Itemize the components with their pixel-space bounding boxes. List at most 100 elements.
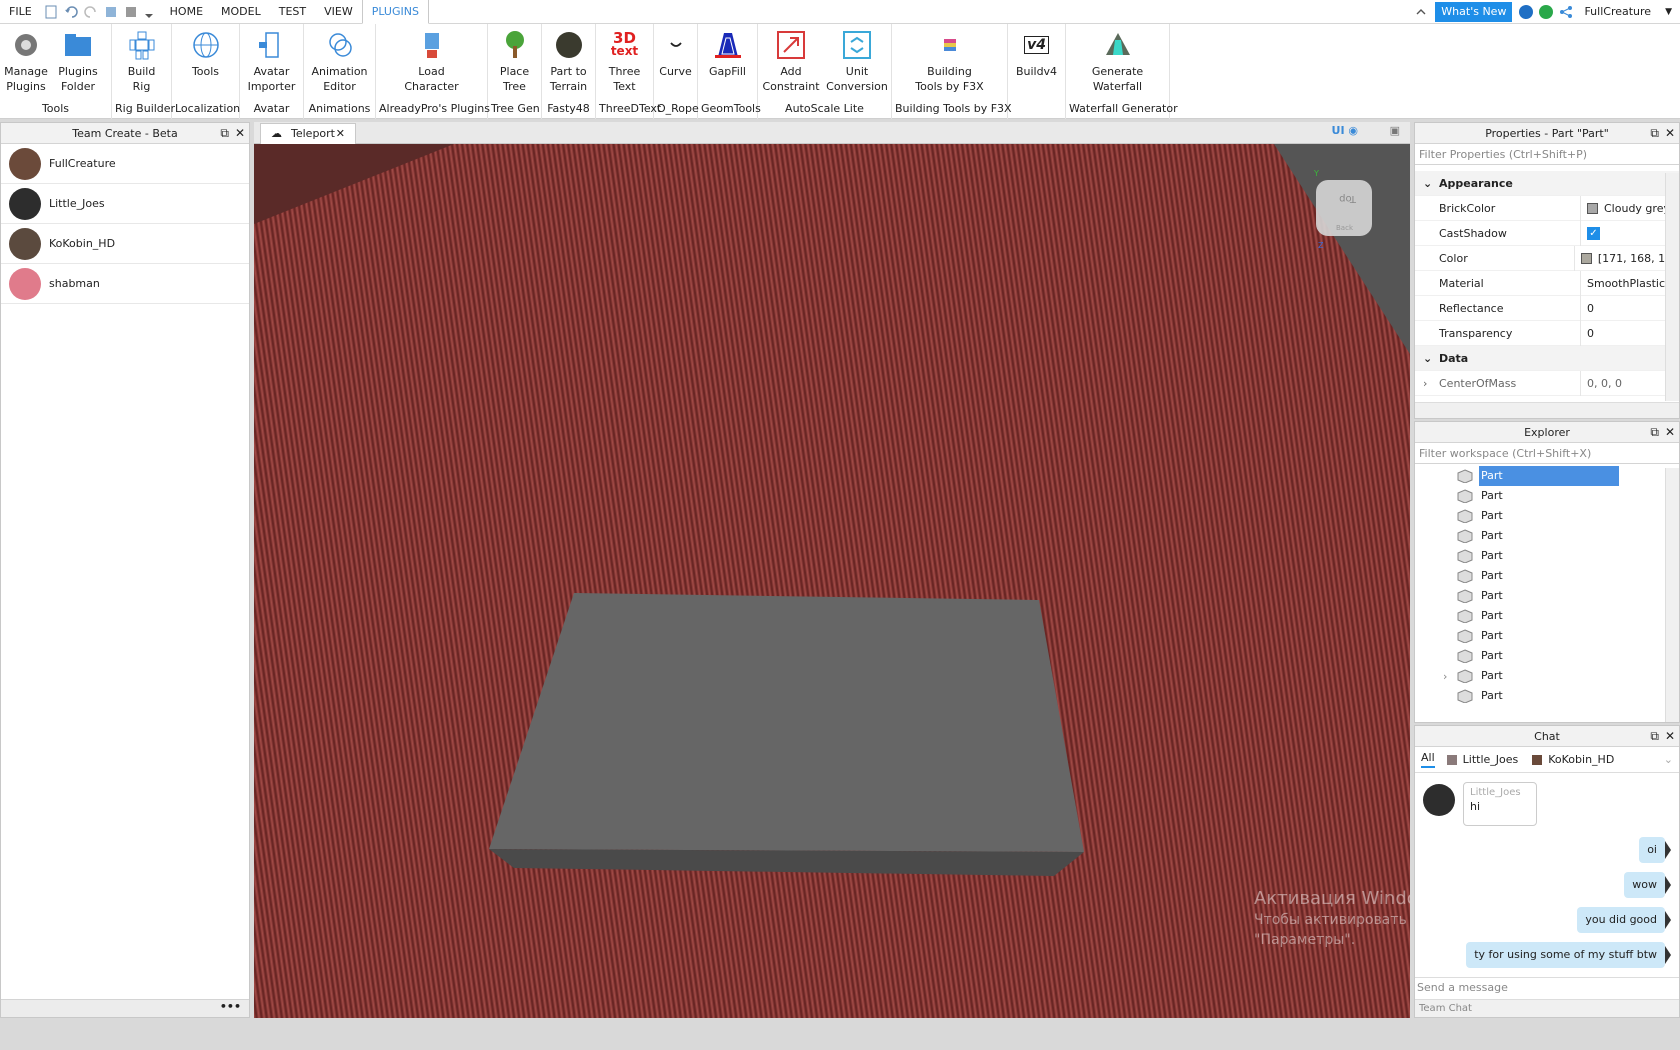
team-chat-label: Team Chat	[1415, 999, 1679, 1017]
building-tools-f3x-button[interactable]: Building Tools by F3X	[892, 24, 1007, 101]
chat-tab-user[interactable]: Little_Joes	[1463, 753, 1519, 766]
team-create-footer[interactable]: •••	[1, 999, 249, 1017]
explorer-item[interactable]: Part	[1415, 646, 1679, 666]
animation-editor-button[interactable]: Animation Editor	[304, 24, 375, 101]
team-member-row[interactable]: shabman	[1, 264, 249, 304]
undock-icon[interactable]: ⧉	[1650, 126, 1659, 140]
team-member-row[interactable]: KoKobin_HD	[1, 224, 249, 264]
help-icon[interactable]	[1519, 4, 1534, 19]
explorer-scrollbar[interactable]	[1665, 468, 1679, 722]
property-row[interactable]: Reflectance 0	[1415, 295, 1679, 321]
undock-icon[interactable]: ⧉	[1650, 729, 1659, 743]
v4-icon: v4	[1021, 29, 1053, 61]
property-row[interactable]: BrickColor Cloudy grey	[1415, 195, 1679, 221]
plugins-ribbon: Manage Plugins Plugins Folder Tools Buil…	[0, 24, 1680, 119]
menu-plugins[interactable]: PLUGINS	[361, 0, 429, 24]
property-row[interactable]: › CenterOfMass 0, 0, 0	[1415, 370, 1679, 396]
menu-home[interactable]: HOME	[161, 0, 212, 24]
3d-viewport[interactable]: Top Back Y Z Активация Windows Чтобы акт…	[254, 144, 1410, 1018]
windows-watermark-title: Активация Windows	[1254, 888, 1410, 909]
explorer-item[interactable]: Part	[1415, 526, 1679, 546]
part-icon	[1457, 589, 1473, 603]
unit-conversion-button[interactable]: Unit Conversion	[824, 24, 890, 101]
property-row[interactable]: Color [171, 168, 158]	[1415, 245, 1679, 271]
buildv4-button[interactable]: v4 Buildv4	[1008, 24, 1065, 101]
place-tree-button[interactable]: Place Tree	[488, 24, 541, 101]
explorer-item[interactable]: › Part	[1415, 666, 1679, 686]
load-character-button[interactable]: Load Character	[376, 24, 487, 101]
undock-icon[interactable]: ⧉	[220, 126, 229, 140]
castshadow-checkbox[interactable]: ✓	[1587, 227, 1600, 240]
curve-icon	[660, 29, 692, 61]
explorer-item[interactable]: Part	[1415, 686, 1679, 706]
stop-icon[interactable]	[124, 5, 138, 19]
tab-teleport[interactable]: ☁ Teleport ✕	[260, 123, 356, 145]
part-to-terrain-button[interactable]: Part to Terrain	[542, 24, 595, 101]
terrain-ball-icon	[553, 29, 585, 61]
explorer-item[interactable]: Part	[1415, 506, 1679, 526]
explorer-filter-input[interactable]: Filter workspace (Ctrl+Shift+X)	[1415, 443, 1679, 464]
category-appearance[interactable]: ⌄ Appearance	[1415, 171, 1679, 196]
svg-text:Top: Top	[1339, 193, 1357, 204]
share-icon[interactable]	[1559, 5, 1573, 19]
menu-view[interactable]: VIEW	[315, 0, 362, 24]
add-constraint-button[interactable]: Add Constraint	[758, 24, 824, 101]
explorer-item[interactable]: Part	[1415, 566, 1679, 586]
close-icon[interactable]: ✕	[1665, 425, 1675, 439]
chat-message-input[interactable]: Send a message	[1415, 977, 1679, 997]
undo-icon[interactable]	[64, 5, 78, 19]
fullscreen-icon[interactable]: ▣	[1390, 124, 1400, 137]
gapfill-button[interactable]: GapFill	[698, 24, 757, 101]
property-row[interactable]: CastShadow ✓	[1415, 220, 1679, 246]
close-icon[interactable]: ✕	[1665, 729, 1675, 743]
explorer-item[interactable]: Part	[1415, 466, 1679, 486]
explorer-item[interactable]: Part	[1415, 606, 1679, 626]
manage-plugins-button[interactable]: Manage Plugins	[0, 24, 52, 101]
build-rig-button[interactable]: Build Rig	[112, 24, 171, 101]
team-member-row[interactable]: FullCreature	[1, 144, 249, 184]
svg-text:Y: Y	[1313, 169, 1319, 178]
chevron-right-icon[interactable]: ›	[1443, 670, 1447, 683]
chat-tab-user[interactable]: KoKobin_HD	[1548, 753, 1614, 766]
menu-file[interactable]: FILE	[0, 0, 41, 24]
team-member-row[interactable]: Little_Joes	[1, 184, 249, 224]
color-swatch	[1580, 253, 1592, 264]
menu-test[interactable]: TEST	[270, 0, 315, 24]
redo-icon[interactable]	[83, 5, 98, 19]
close-icon[interactable]: ✕	[1665, 126, 1675, 140]
explorer-item[interactable]: Part	[1415, 486, 1679, 506]
group-f3x: Building Tools by F3X Building Tools by …	[892, 24, 1012, 119]
properties-scrollbar[interactable]	[1665, 173, 1679, 401]
explorer-item[interactable]: Part	[1415, 586, 1679, 606]
three-text-button[interactable]: 3D text Three Text	[596, 24, 653, 101]
tab-close-icon[interactable]: ✕	[336, 124, 345, 144]
curve-button[interactable]: Curve	[654, 24, 697, 101]
avatar-importer-button[interactable]: Avatar Importer	[240, 24, 303, 101]
property-row[interactable]: Transparency 0	[1415, 320, 1679, 346]
username-menu[interactable]: FullCreature	[1576, 5, 1665, 18]
user-dropdown-icon[interactable]: ▼	[1665, 7, 1672, 17]
publish-icon[interactable]	[104, 5, 118, 19]
chat-tab-all[interactable]: All	[1421, 751, 1435, 768]
whats-new-button[interactable]: What's New	[1435, 1, 1513, 22]
collapse-ribbon-icon[interactable]	[1414, 5, 1428, 19]
new-file-icon[interactable]	[44, 5, 58, 19]
ui-visibility-toggle[interactable]: UI ◉	[1332, 124, 1358, 137]
plugins-folder-button[interactable]: Plugins Folder	[52, 24, 104, 101]
explorer-item[interactable]: Part	[1415, 626, 1679, 646]
category-data[interactable]: ⌄ Data	[1415, 346, 1679, 371]
undock-icon[interactable]: ⧉	[1650, 425, 1659, 439]
close-icon[interactable]: ✕	[235, 126, 245, 140]
chevron-down-icon[interactable]: ⌄	[1664, 753, 1673, 766]
properties-filter-input[interactable]: Filter Properties (Ctrl+Shift+P)	[1415, 144, 1679, 165]
menu-model[interactable]: MODEL	[212, 0, 270, 24]
explorer-item[interactable]: Part	[1415, 546, 1679, 566]
horizontal-scrollbar[interactable]	[1415, 402, 1679, 418]
generate-waterfall-button[interactable]: Generate Waterfall	[1066, 24, 1169, 101]
quick-access-dropdown-icon[interactable]	[144, 5, 158, 19]
part-icon	[1457, 489, 1473, 503]
status-icon[interactable]	[1539, 4, 1554, 19]
localization-tools-button[interactable]: Tools	[172, 24, 239, 101]
group-geomtools: GapFill GeomTools	[698, 24, 761, 119]
property-row[interactable]: Material SmoothPlastic	[1415, 270, 1679, 296]
